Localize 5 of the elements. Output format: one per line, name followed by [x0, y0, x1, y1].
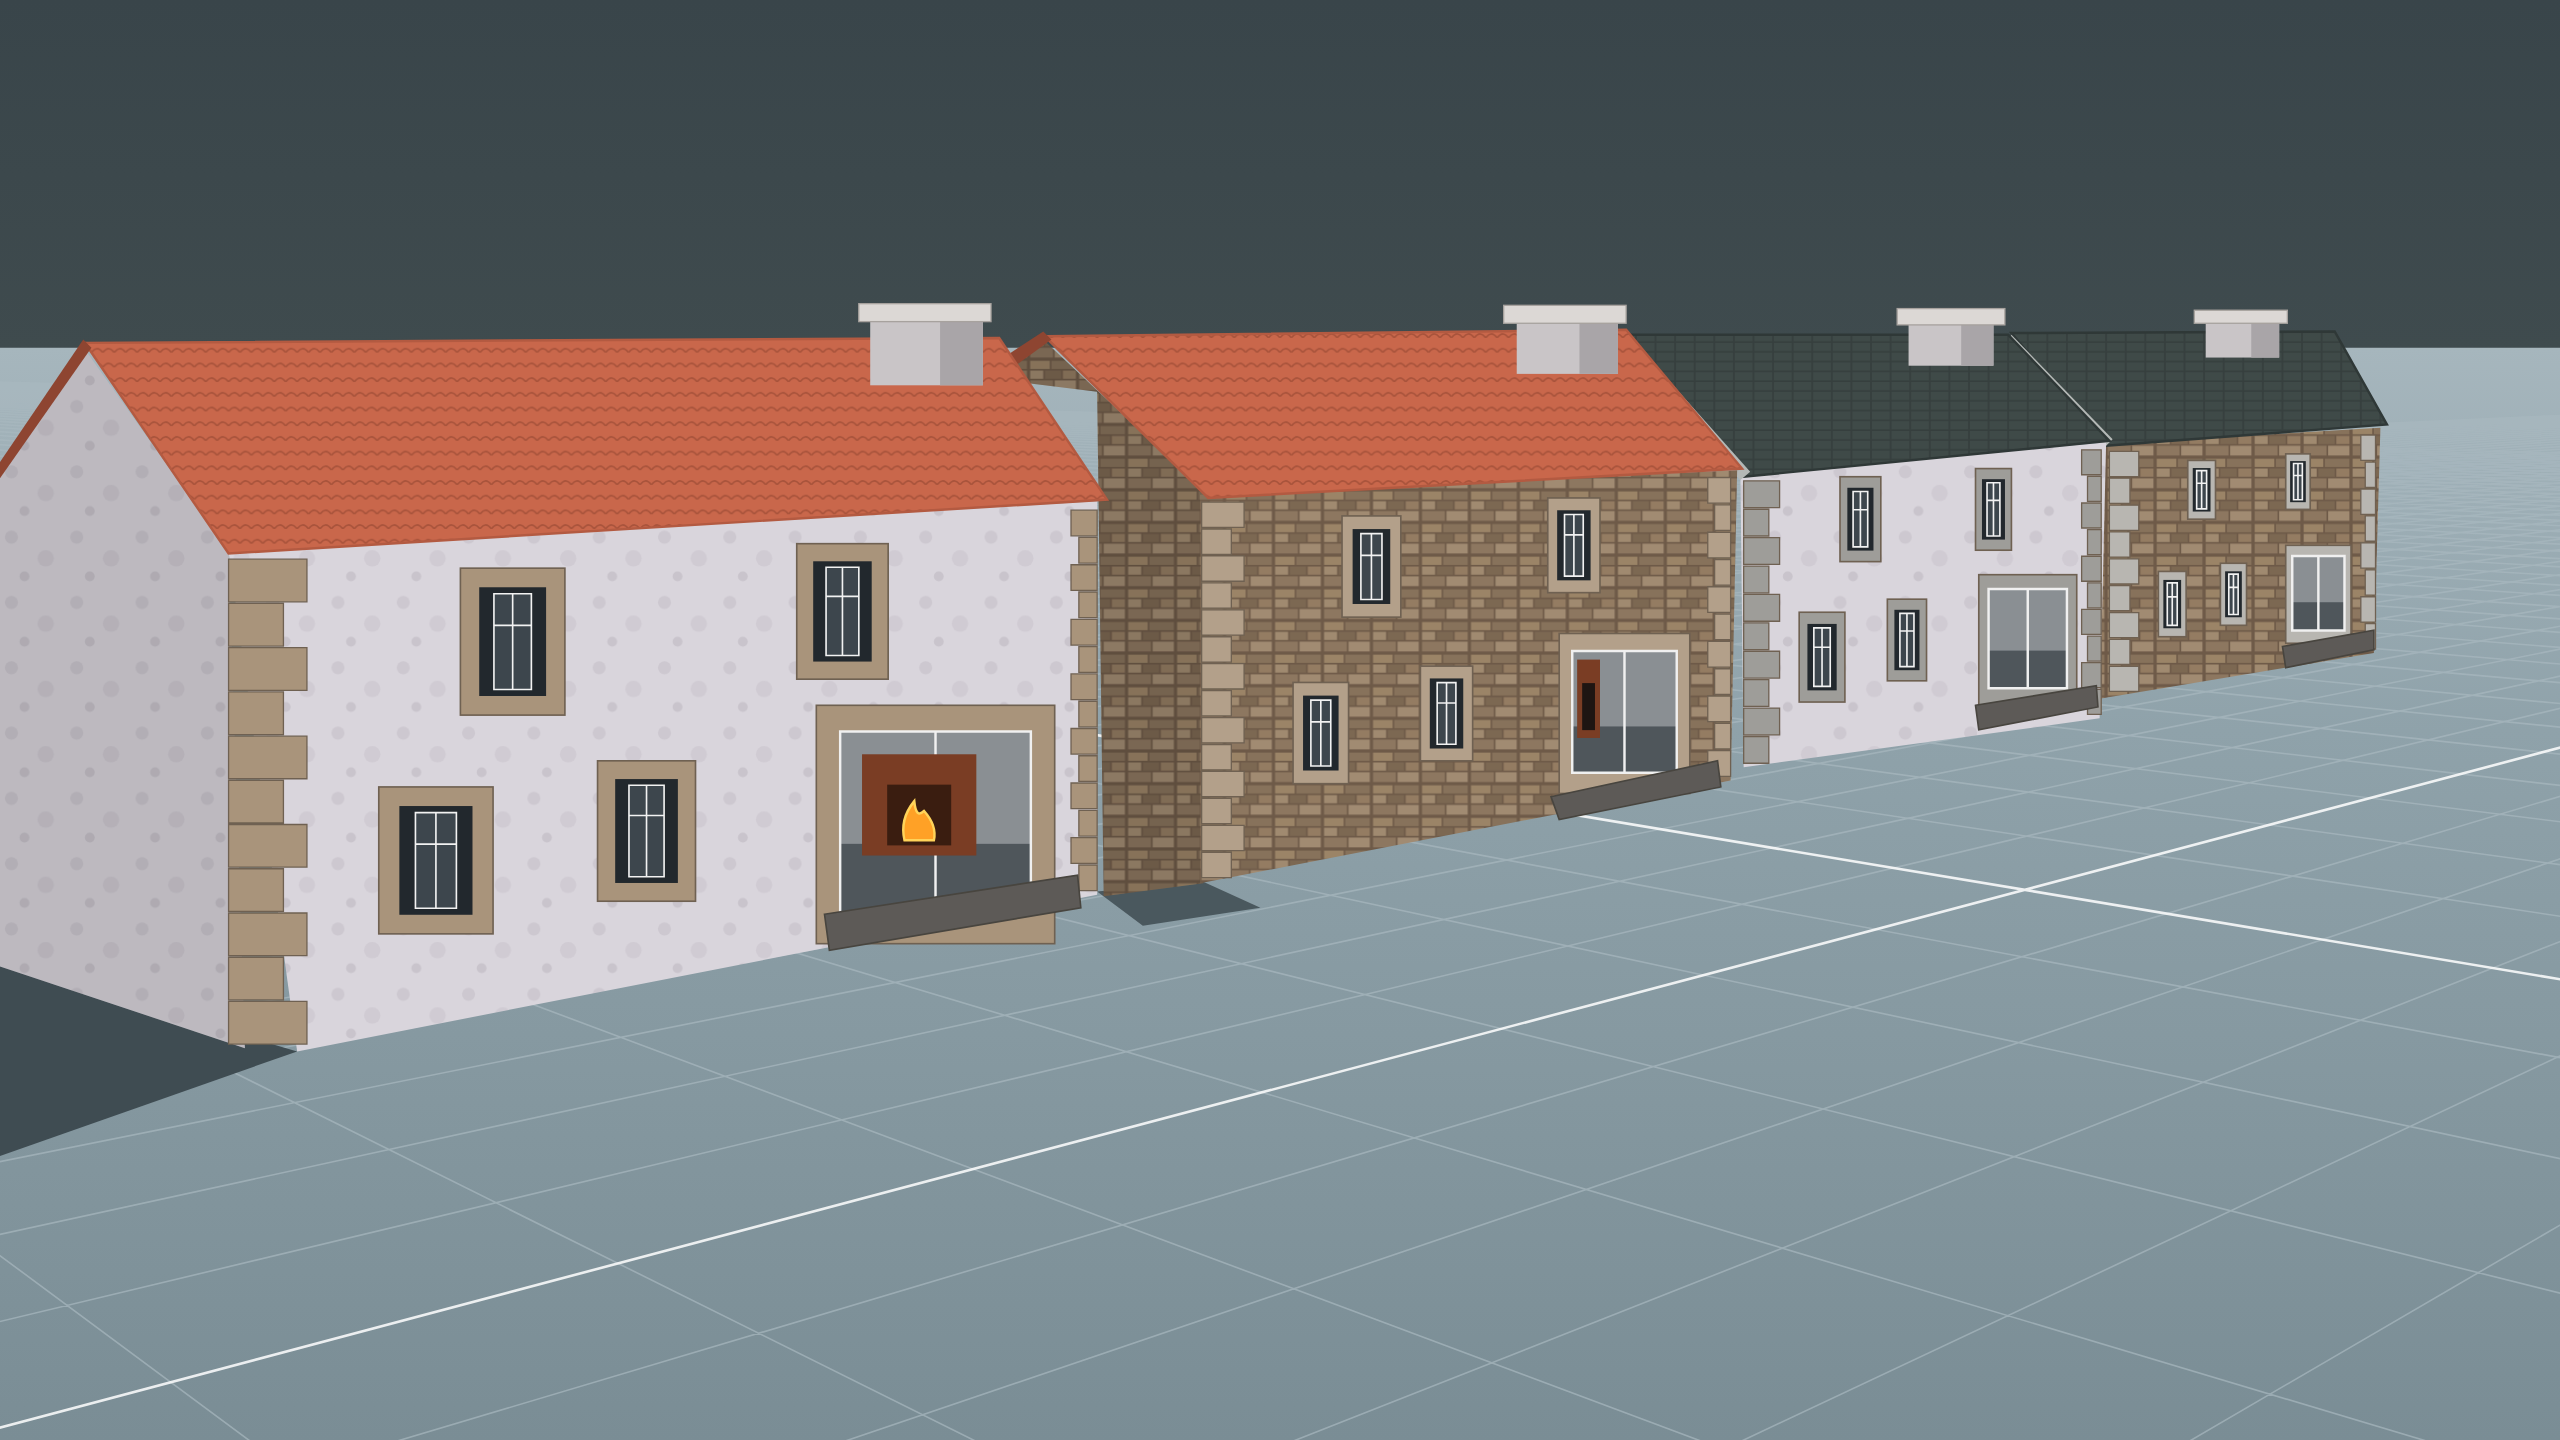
- window: [2284, 453, 2311, 511]
- window: [2219, 562, 2248, 627]
- fire: [902, 799, 936, 842]
- window: [2157, 570, 2187, 638]
- window: [2186, 459, 2217, 520]
